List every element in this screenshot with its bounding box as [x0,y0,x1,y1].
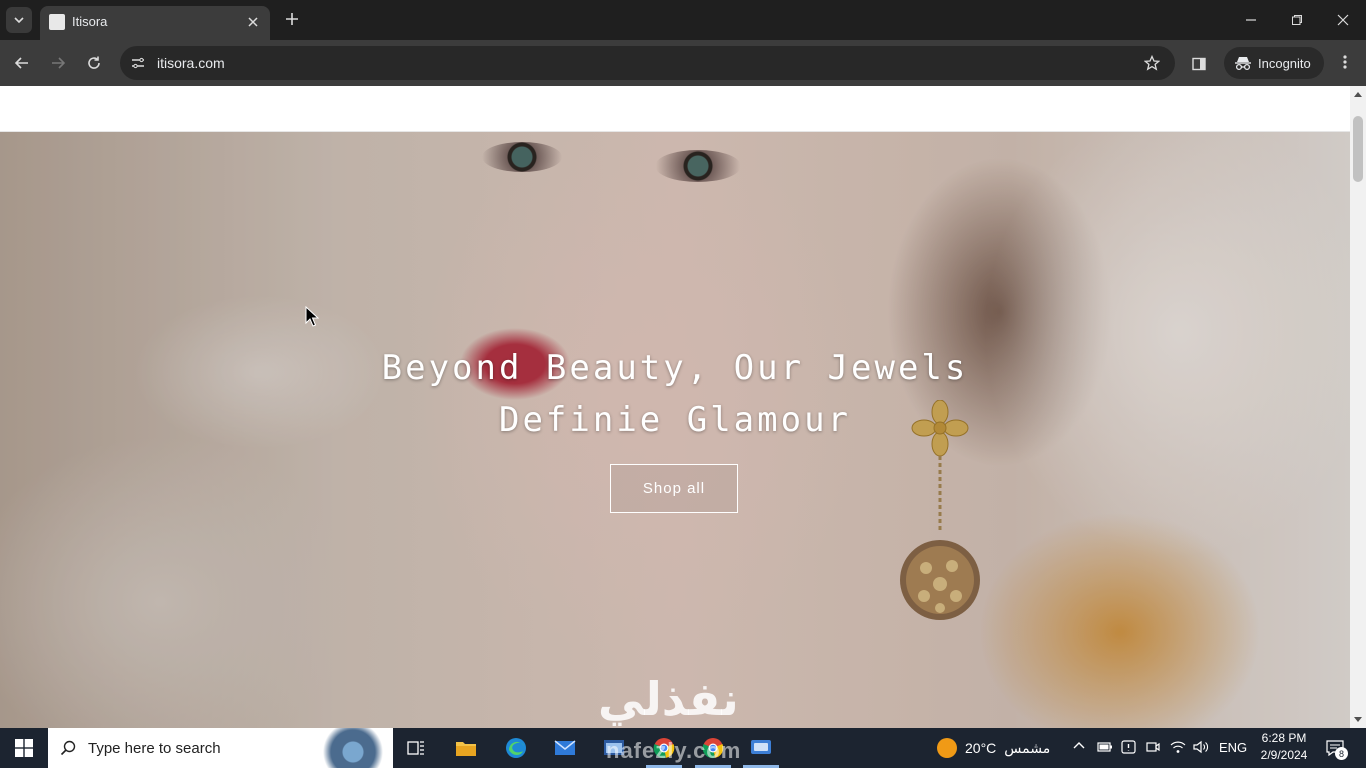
arrow-right-icon [52,57,66,69]
browser-tab[interactable]: Itisora [40,6,270,40]
camera-icon [1146,742,1160,752]
triangle-up-icon [1354,92,1362,97]
wifi-icon [1170,741,1186,753]
restore-button[interactable] [1274,0,1320,40]
browser-tab-strip: Itisora [0,0,1366,40]
mouse-cursor-icon [305,306,319,327]
taskbar-watermark: nafezly.com [606,738,742,763]
page-scrollbar[interactable] [1350,86,1366,728]
side-panel-button[interactable] [1188,53,1210,75]
speaker-icon [1193,740,1208,754]
task-view-icon [407,741,424,755]
tab-search-button[interactable] [6,7,32,33]
close-icon [1337,14,1349,26]
hero-title-line: Beyond Beauty, Our Jewels [381,348,969,388]
clock-date: 2/9/2024 [1260,748,1308,762]
watermark-logo: نفذلي [598,673,739,725]
address-bar[interactable]: itisora.com [120,46,1175,80]
tab-close-button[interactable] [244,13,262,31]
reload-button[interactable] [79,48,109,78]
search-icon [60,740,76,756]
incognito-icon [1235,57,1251,71]
shield-warning-icon [1121,740,1136,754]
security-tray-button[interactable] [1121,740,1137,757]
network-tray-button[interactable] [1170,740,1186,757]
battery-icon [1097,742,1112,752]
taskbar-search-placeholder: Type here to search [88,739,221,757]
tune-icon [132,57,144,69]
restore-icon [1292,15,1302,25]
more-vertical-icon [1343,55,1347,69]
star-icon [1144,55,1160,71]
shop-all-button[interactable]: Shop all [610,464,738,513]
language-indicator[interactable]: ENG [1219,740,1247,755]
minimize-button[interactable] [1228,0,1274,40]
sun-icon [937,738,957,758]
mail-button[interactable] [551,734,579,762]
site-header [0,86,1350,132]
weather-widget[interactable]: 20°C مشمس [937,738,1050,758]
start-button[interactable] [0,728,48,768]
edge-icon [506,738,526,758]
reload-icon [88,56,100,69]
url-text: itisora.com [157,55,225,71]
tab-title: Itisora [72,14,108,29]
weather-temperature: 20°C [965,740,997,756]
edge-button[interactable] [502,734,530,762]
new-tab-button[interactable] [281,8,303,30]
page-viewport: Beyond Beauty, Our Jewels Definie Glamou… [0,86,1366,728]
incognito-badge[interactable]: Incognito [1224,47,1324,79]
show-hidden-icons-button[interactable] [1073,740,1085,755]
scrollbar-thumb[interactable] [1353,116,1363,182]
browser-menu-button[interactable] [1334,51,1356,73]
close-window-button[interactable] [1320,0,1366,40]
back-button[interactable] [7,48,37,78]
meet-tray-button[interactable] [1146,740,1160,757]
browser-toolbar: itisora.com Incognito [0,40,1366,86]
hero-banner: Beyond Beauty, Our Jewels Definie Glamou… [0,132,1350,728]
windows-logo-icon [15,739,33,757]
scroll-down-button[interactable] [1350,712,1366,728]
incognito-label: Incognito [1258,55,1311,71]
site-info-button[interactable] [128,53,148,73]
minimize-icon [1246,19,1256,21]
forward-button[interactable] [43,48,73,78]
hero-title-line: Definie Glamour [498,400,852,440]
side-panel-icon [1192,57,1206,71]
taskbar-clock[interactable]: 6:28 PM 2/9/2024 [1254,730,1314,764]
file-explorer-button[interactable] [452,734,480,762]
scroll-up-button[interactable] [1350,86,1366,102]
folder-icon [456,742,476,756]
weather-condition: مشمس [1004,739,1051,756]
clock-time: 6:28 PM [1261,731,1307,745]
bookmark-button[interactable] [1141,52,1163,74]
chevron-down-icon [14,17,24,24]
battery-tray-button[interactable] [1097,740,1113,757]
site-favicon-icon [49,14,65,30]
plus-icon [286,13,298,25]
close-icon [248,17,258,27]
remote-app-button[interactable] [747,734,775,762]
task-view-button[interactable] [402,734,430,762]
notification-count-badge: 8 [1335,747,1348,760]
monitor-icon [751,740,771,754]
triangle-down-icon [1354,717,1362,722]
hero-title: Beyond Beauty, Our Jewels Definie Glamou… [375,342,975,446]
taskbar-search-box[interactable]: Type here to search [48,728,393,768]
mail-icon [554,740,576,755]
chevron-up-icon [1073,742,1085,749]
notification-center-button[interactable]: 8 [1322,736,1348,760]
windows-taskbar: Type here to search nafezly.com 20°C مشم… [0,728,1366,768]
volume-tray-button[interactable] [1193,740,1209,757]
search-highlight-image [313,728,393,768]
arrow-left-icon [14,57,28,69]
